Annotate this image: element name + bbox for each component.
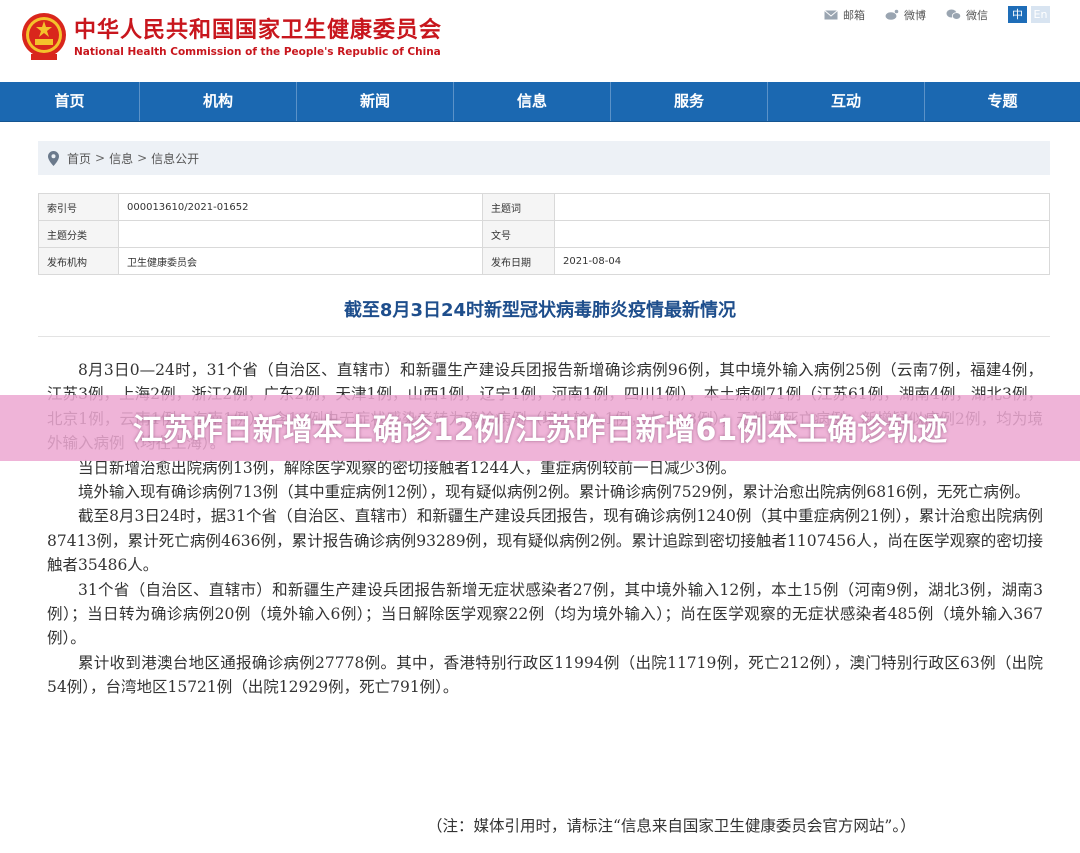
nav-item-organization[interactable]: 机构 [140,82,297,121]
publish-date-label: 发布日期 [482,247,555,275]
index-value: 000013610/2021-01652 [118,193,483,221]
article-paragraph: 31个省（自治区、直辖市）和新疆生产建设兵团报告新增无症状感染者27例，其中境外… [47,580,1043,648]
table-row: 主题分类 文号 [38,220,1050,248]
nav-item-services[interactable]: 服务 [611,82,768,121]
site-header: 中华人民共和国国家卫生健康委员会 National Health Commiss… [0,0,1080,82]
weibo-label: 微博 [904,8,926,22]
doc-number-label: 文号 [482,220,555,248]
breadcrumb-information[interactable]: 信息 [109,150,133,167]
nav-item-home[interactable]: 首页 [0,82,140,121]
publisher-label: 发布机构 [38,247,119,275]
article-paragraph: 累计收到港澳台地区通报确诊病例27778例。其中，香港特别行政区11994例（出… [47,653,1043,697]
breadcrumb-info-disclosure[interactable]: 信息公开 [151,150,199,167]
mail-label: 邮箱 [843,8,865,22]
index-label: 索引号 [38,193,119,221]
overlay-headline: 江苏昨日新增本土确诊12例/江苏昨日新增61例本土确诊轨迹 [132,413,948,448]
publisher-value: 卫生健康委员会 [118,247,483,275]
breadcrumb: 首页 > 信息 > 信息公开 [38,141,1050,175]
doc-number-value [554,220,1050,248]
breadcrumb-separator: > [95,151,106,165]
site-title-en[interactable]: National Health Commission of the People… [74,46,441,58]
article-paragraph: 境外输入现有确诊病例713例（其中重症病例12例），现有疑似病例2例。累计确诊病… [78,483,1030,502]
nav-item-topics[interactable]: 专题 [925,82,1080,121]
table-row: 索引号 000013610/2021-01652 主题词 [38,193,1050,221]
national-emblem-icon[interactable] [21,12,67,62]
article-title: 截至8月3日24时新型冠状病毒肺炎疫情最新情况 [343,300,737,321]
article-paragraph: 截至8月3日24时，据31个省（自治区、直辖市）和新疆生产建设兵团报告，现有确诊… [47,507,1043,575]
lang-cn-button[interactable]: 中 [1008,6,1027,23]
lang-en-button[interactable]: En [1031,6,1050,23]
subject-value [554,193,1050,221]
wechat-label: 微信 [966,8,988,22]
document-meta-table: 索引号 000013610/2021-01652 主题词 主题分类 文号 发布机… [38,193,1050,275]
breadcrumb-home[interactable]: 首页 [67,150,91,167]
wechat-icon [946,9,961,20]
top-links: 邮箱 微博 微信 中 En [804,6,1050,23]
main-nav: 首页 机构 新闻 信息 服务 互动 专题 [0,82,1080,122]
title-divider [38,336,1050,337]
publish-date-value: 2021-08-04 [554,247,1050,275]
breadcrumb-separator: > [137,151,148,165]
category-label: 主题分类 [38,220,119,248]
site-title-cn[interactable]: 中华人民共和国国家卫生健康委员会 [74,12,442,44]
subject-label: 主题词 [482,193,555,221]
weibo-icon [885,9,899,20]
nav-item-news[interactable]: 新闻 [297,82,454,121]
nav-item-information[interactable]: 信息 [454,82,611,121]
wechat-link[interactable]: 微信 [946,7,988,23]
table-row: 发布机构 卫生健康委员会 发布日期 2021-08-04 [38,247,1050,275]
mail-icon [824,9,838,19]
category-value [118,220,483,248]
citation-note: （注：媒体引用时，请标注“信息来自国家卫生健康委员会官方网站”。） [427,817,916,835]
location-pin-icon [48,150,59,166]
weibo-link[interactable]: 微博 [885,7,926,23]
mail-link[interactable]: 邮箱 [824,7,865,23]
nav-item-interaction[interactable]: 互动 [768,82,925,121]
